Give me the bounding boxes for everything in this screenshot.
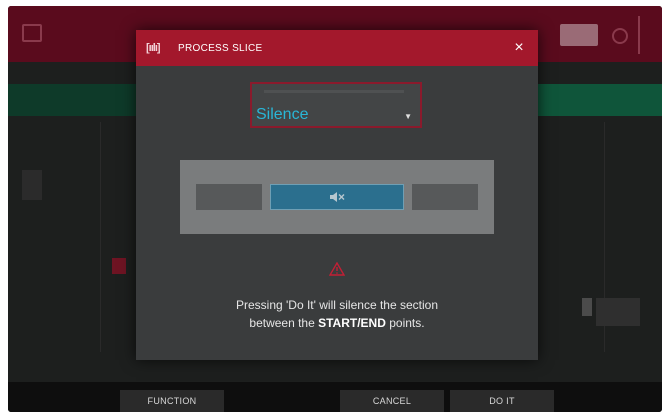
background-button (596, 298, 640, 326)
background-toggle (560, 24, 598, 46)
background-marker (22, 170, 42, 200)
preview-segment-selected (270, 184, 404, 210)
message-line-1: Pressing 'Do It' will silence the sectio… (235, 298, 438, 312)
process-slice-dialog: [ıılı] PROCESS SLICE × Silence ▼ Pressin… (136, 30, 538, 360)
dialog-title: PROCESS SLICE (178, 43, 263, 54)
process-type-value: Silence (256, 106, 309, 123)
background-indicator (582, 298, 592, 316)
function-button[interactable]: FUNCTION (120, 390, 224, 412)
slice-preview (180, 160, 494, 234)
waveform-logo-icon: [ıılı] (146, 42, 161, 54)
dialog-header: [ıılı] PROCESS SLICE × (136, 30, 538, 66)
soft-key-bar: FUNCTION CANCEL DO IT (8, 382, 662, 412)
confirmation-message: Pressing 'Do It' will silence the sectio… (136, 296, 538, 332)
select-label-bar (264, 90, 404, 93)
start-end-label: START/END (318, 316, 386, 330)
grid-icon (22, 24, 42, 42)
warning-triangle-icon (329, 262, 345, 276)
preview-segment-after (412, 184, 478, 210)
cancel-button[interactable]: CANCEL (340, 390, 444, 412)
close-icon[interactable]: × (510, 39, 528, 57)
do-it-button[interactable]: DO IT (450, 390, 554, 412)
gear-icon (612, 28, 628, 44)
background-side-control (638, 16, 654, 54)
chevron-down-icon: ▼ (404, 112, 412, 121)
background-slice-marker (112, 258, 126, 274)
background-waveform-right (536, 84, 662, 116)
preview-segment-before (196, 184, 262, 210)
mute-speaker-icon (329, 191, 345, 203)
device-screen: FUNCTION CANCEL DO IT [ıılı] PROCESS SLI… (8, 6, 662, 412)
message-line-2: between the START/END points. (249, 316, 425, 330)
process-type-select[interactable]: Silence ▼ (250, 82, 422, 128)
